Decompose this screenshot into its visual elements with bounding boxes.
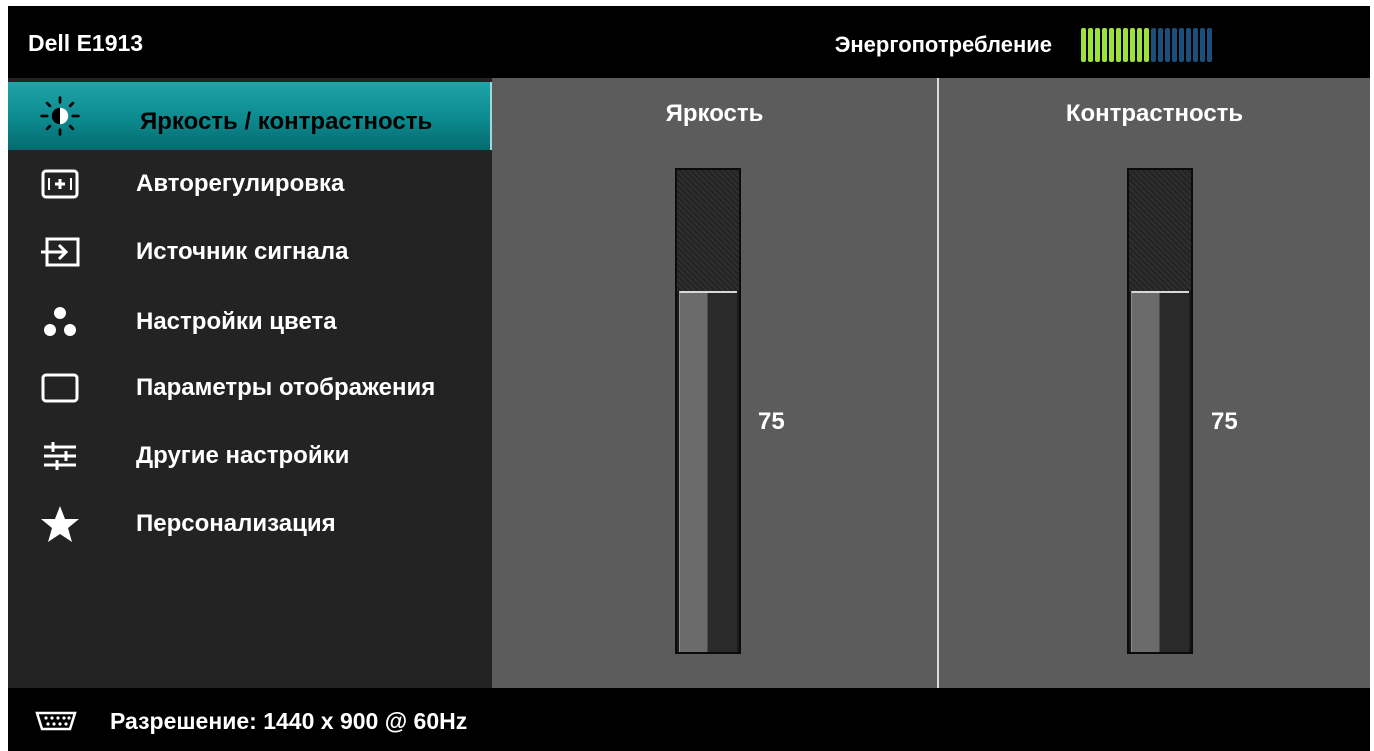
osd-header: Dell E1913 Энергопотребление xyxy=(8,6,1370,78)
menu-item-color-settings[interactable]: Настройки цвета xyxy=(8,288,492,356)
power-meter-segment xyxy=(1144,28,1149,62)
slider-fill xyxy=(679,290,737,652)
slider-track xyxy=(1129,170,1191,291)
contrast-panel: Контрастность 75 xyxy=(939,78,1370,688)
power-meter-segment xyxy=(1109,28,1114,62)
contrast-title: Контрастность xyxy=(1065,100,1244,127)
slider-fill xyxy=(1131,290,1189,652)
power-consumption-label: Энергопотребление xyxy=(834,32,1052,57)
menu-item-label: Другие настройки xyxy=(136,442,350,469)
contrast-value: 75 xyxy=(1211,408,1238,435)
menu-item-label: Авторегулировка xyxy=(136,170,345,197)
auto-adjust-icon xyxy=(38,162,82,206)
menu-item-auto-adjust[interactable]: Авторегулировка xyxy=(8,150,492,218)
star-icon xyxy=(38,502,82,546)
power-meter-segment xyxy=(1137,28,1142,62)
menu-item-other-settings[interactable]: Другие настройки xyxy=(8,422,492,490)
monitor-model: Dell E1913 xyxy=(28,30,144,56)
other-settings-icon xyxy=(38,434,82,478)
brightness-value: 75 xyxy=(758,408,785,435)
menu-item-brightness-contrast[interactable]: Яркость / контрастность xyxy=(8,82,492,150)
power-meter-segment xyxy=(1088,28,1093,62)
input-source-icon xyxy=(38,230,82,274)
power-meter-segment xyxy=(1172,28,1177,62)
menu-item-label: Персонализация xyxy=(136,510,336,537)
menu-item-display-settings[interactable]: Параметры отображения xyxy=(8,354,492,422)
brightness-title: Яркость xyxy=(665,100,764,127)
power-meter-segment xyxy=(1102,28,1107,62)
power-meter-segment xyxy=(1186,28,1191,62)
settings-panel: Яркость 75 Контрастность 75 xyxy=(492,78,1370,688)
brightness-slider[interactable] xyxy=(675,168,741,654)
power-meter-segment xyxy=(1158,28,1163,62)
power-meter-segment xyxy=(1207,28,1212,62)
menu-item-label: Настройки цвета xyxy=(136,308,337,335)
menu-item-personalize[interactable]: Персонализация xyxy=(8,490,492,558)
menu-item-label: Яркость / контрастность xyxy=(140,108,433,135)
menu-item-input-source[interactable]: Источник сигнала xyxy=(8,218,492,286)
power-meter-segment xyxy=(1165,28,1170,62)
brightness-panel: Яркость 75 xyxy=(492,78,937,688)
power-meter-segment xyxy=(1151,28,1156,62)
contrast-slider[interactable] xyxy=(1127,168,1193,654)
power-meter-segment xyxy=(1179,28,1184,62)
power-meter-segment xyxy=(1193,28,1198,62)
osd-window: Dell E1913 Энергопотребление Яркость / к… xyxy=(8,6,1370,751)
power-meter-segment xyxy=(1116,28,1121,62)
power-consumption-meter xyxy=(1081,28,1212,62)
power-meter-segment xyxy=(1081,28,1086,62)
vga-connector-icon xyxy=(34,710,78,737)
color-settings-icon xyxy=(38,300,82,344)
menu-item-label: Источник сигнала xyxy=(136,238,349,265)
display-settings-icon xyxy=(38,366,82,410)
power-meter-segment xyxy=(1123,28,1128,62)
menu-item-label: Параметры отображения xyxy=(136,374,436,401)
brightness-icon xyxy=(38,94,82,138)
power-meter-segment xyxy=(1130,28,1135,62)
power-meter-segment xyxy=(1095,28,1100,62)
osd-footer: Разрешение: 1440 x 900 @ 60Hz xyxy=(8,688,1370,751)
slider-track xyxy=(677,170,739,291)
resolution-status: Разрешение: 1440 x 900 @ 60Hz xyxy=(110,708,468,734)
power-meter-segment xyxy=(1200,28,1205,62)
osd-menu: Яркость / контрастность Авторегулировка xyxy=(8,78,492,688)
